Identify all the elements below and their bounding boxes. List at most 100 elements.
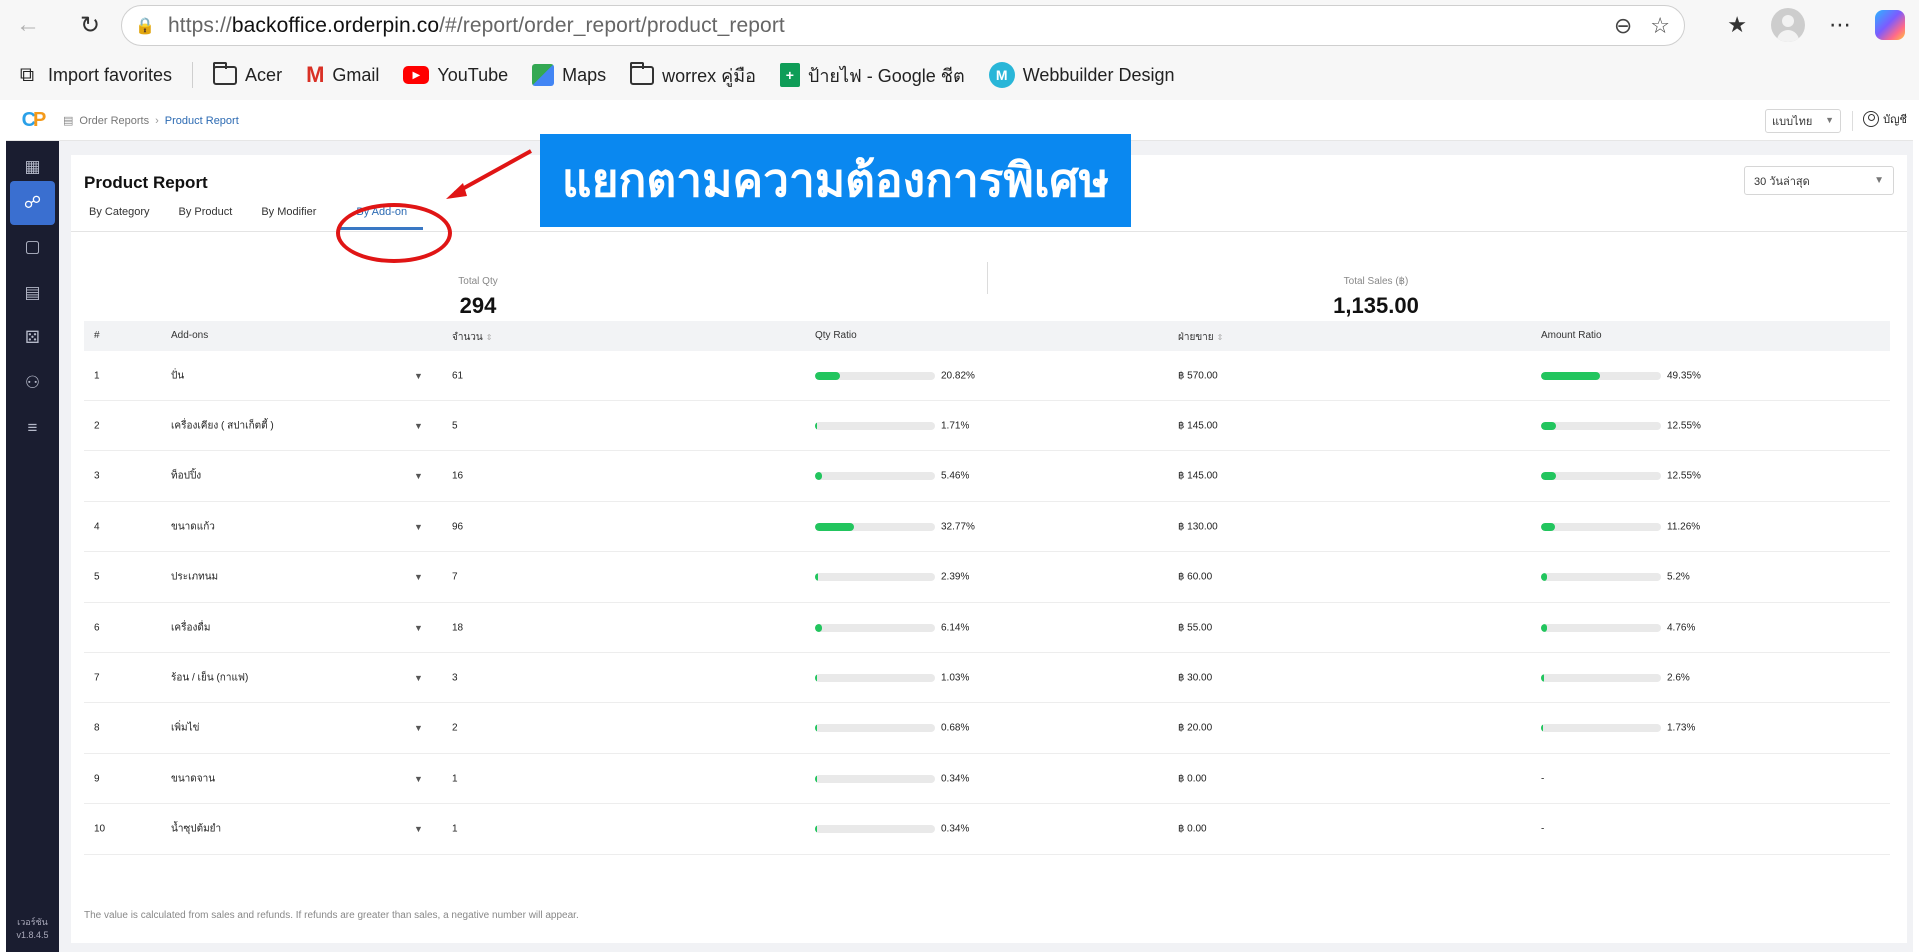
user-settings-icon[interactable]: ⚇ bbox=[10, 361, 55, 405]
version-info: เวอร์ชัน v1.8.4.5 bbox=[6, 916, 59, 942]
sort-icon[interactable]: ⇕ bbox=[486, 333, 493, 342]
expand-row-icon[interactable]: ▼ bbox=[414, 723, 423, 733]
amount-ratio-value: 11.26% bbox=[1667, 521, 1701, 533]
add-on-name: ร้อน / เย็น (กาแฟ) bbox=[171, 672, 249, 684]
favorite-star-icon[interactable]: ☆ bbox=[1650, 13, 1670, 39]
add-on-name: เพิ่มไข่ bbox=[171, 722, 200, 734]
lock-icon[interactable]: 🔒 bbox=[122, 16, 168, 36]
date-range-select[interactable]: 30 วันล่าสุด ▼ bbox=[1744, 166, 1894, 195]
expand-row-icon[interactable]: ▼ bbox=[414, 673, 423, 683]
table-header: # Add-ons จำนวน ⇕ Qty Ratio ฝ่ายขาย ⇕ Amou… bbox=[84, 321, 1890, 351]
bookmark-maps[interactable]: Maps bbox=[532, 64, 606, 86]
chevron-down-icon: ▼ bbox=[1874, 175, 1884, 186]
report-icon[interactable]: ☍ bbox=[10, 181, 55, 225]
orderpin-logo[interactable]: CP bbox=[6, 101, 59, 141]
annotation-arrow bbox=[446, 149, 532, 199]
amount-ratio-fill bbox=[1541, 472, 1556, 481]
qty-ratio-fill bbox=[815, 371, 840, 380]
qty-ratio-value: 0.34% bbox=[941, 773, 970, 785]
table-row: 5 ประเภทนม ▼ 7 2.39% ฿ 60.00 5.2% bbox=[84, 553, 1890, 603]
footnote: The value is calculated from sales and r… bbox=[84, 910, 579, 921]
qty-value: 3 bbox=[452, 672, 458, 684]
total-sales-value: 1,135.00 bbox=[1333, 293, 1419, 318]
bookmark-worrex[interactable]: worrex คู่มือ bbox=[630, 61, 756, 90]
gmail-icon: M bbox=[306, 62, 325, 87]
expand-row-icon[interactable]: ▼ bbox=[414, 471, 423, 481]
qty-ratio-bar bbox=[815, 472, 935, 481]
account-button[interactable]: บัญชี bbox=[1863, 110, 1907, 128]
list-icon[interactable]: ▤ bbox=[10, 271, 55, 315]
table-row: 2 เครื่องเคียง ( สปาเก็ตตี้ ) ▼ 5 1.71% ฿ 145… bbox=[84, 401, 1890, 452]
column-sales[interactable]: ฝ่ายขาย ⇕ bbox=[1178, 330, 1223, 345]
bookmarks-bar: ⧉ Import favorites Acer M Gmail ▶ YouTube M… bbox=[0, 50, 1919, 100]
sliders-icon[interactable]: ≡ bbox=[10, 406, 55, 450]
bookmark-sheets[interactable]: + ป้ายไฟ - Google ชีต bbox=[779, 61, 965, 90]
sales-value: ฿ 145.00 bbox=[1178, 420, 1218, 432]
tab-by-modifier[interactable]: By Modifier bbox=[256, 206, 321, 230]
language-select[interactable]: แบบไทย ▼ bbox=[1765, 109, 1841, 133]
back-icon[interactable]: ← bbox=[8, 5, 48, 45]
qty-ratio-fill bbox=[815, 421, 817, 430]
column-qty[interactable]: จำนวน ⇕ bbox=[452, 330, 492, 345]
bookmark-youtube[interactable]: ▶ YouTube bbox=[403, 65, 508, 86]
row-number: 7 bbox=[94, 672, 100, 684]
stats-divider bbox=[987, 262, 988, 294]
table-row: 6 เครื่องดื่ม ▼ 18 6.14% ฿ 55.00 4.76% bbox=[84, 603, 1890, 653]
column-amount-ratio: Amount Ratio bbox=[1541, 330, 1602, 341]
breadcrumb-order-reports[interactable]: Order Reports bbox=[79, 115, 149, 127]
total-qty-label: Total Qty bbox=[458, 276, 498, 287]
row-number: 4 bbox=[94, 521, 100, 533]
address-bar[interactable]: 🔒 https://backoffice.orderpin.co/#/repor… bbox=[121, 5, 1685, 46]
expand-row-icon[interactable]: ▼ bbox=[414, 522, 423, 532]
breadcrumb-separator-icon: › bbox=[155, 114, 159, 127]
sales-value: ฿ 0.00 bbox=[1178, 773, 1207, 785]
tab-by-product[interactable]: By Product bbox=[174, 206, 238, 230]
amount-ratio-fill bbox=[1541, 522, 1555, 531]
qty-value: 5 bbox=[452, 420, 458, 432]
date-range-value: 30 วันล่าสุด bbox=[1754, 175, 1810, 188]
expand-row-icon[interactable]: ▼ bbox=[414, 623, 423, 633]
amount-ratio-fill bbox=[1541, 724, 1543, 733]
chart-icon: ▤ bbox=[63, 115, 74, 127]
row-number: 6 bbox=[94, 622, 100, 633]
favorites-icon[interactable]: ★ bbox=[1727, 12, 1747, 38]
amount-ratio-fill bbox=[1541, 371, 1600, 380]
expand-row-icon[interactable]: ▼ bbox=[414, 572, 423, 582]
breadcrumb-product-report: Product Report bbox=[164, 114, 239, 127]
sales-value: ฿ 0.00 bbox=[1178, 823, 1207, 835]
refresh-icon[interactable]: ↻ bbox=[70, 5, 110, 45]
add-on-name: ขนาดจาน bbox=[171, 773, 216, 785]
expand-row-icon[interactable]: ▼ bbox=[414, 774, 423, 784]
url-text[interactable]: https://backoffice.orderpin.co/#/report/… bbox=[168, 14, 785, 38]
expand-row-icon[interactable]: ▼ bbox=[414, 421, 423, 431]
bag-icon[interactable]: ▢ bbox=[10, 225, 55, 269]
amount-ratio-bar bbox=[1541, 371, 1661, 380]
tab-by-category[interactable]: By Category bbox=[84, 206, 155, 230]
users-icon[interactable]: ⚄ bbox=[10, 316, 55, 360]
version-number: v1.8.4.5 bbox=[16, 930, 49, 940]
qty-ratio-bar bbox=[815, 421, 935, 430]
bookmark-gmail[interactable]: M Gmail bbox=[306, 62, 379, 88]
expand-row-icon[interactable]: ▼ bbox=[414, 824, 423, 834]
qty-ratio-value: 0.68% bbox=[941, 722, 970, 734]
amount-ratio-fill bbox=[1541, 573, 1547, 582]
copilot-icon[interactable] bbox=[1875, 10, 1905, 40]
row-number: 10 bbox=[94, 823, 106, 835]
qty-value: 1 bbox=[452, 823, 458, 835]
row-number: 1 bbox=[94, 370, 100, 381]
zoom-icon[interactable]: ⊖ bbox=[1614, 13, 1632, 39]
more-menu-icon[interactable]: ⋯ bbox=[1829, 12, 1851, 38]
bookmark-import-favorites[interactable]: ⧉ Import favorites bbox=[14, 64, 172, 87]
expand-row-icon[interactable]: ▼ bbox=[414, 371, 423, 381]
qty-ratio-value: 20.82% bbox=[941, 370, 975, 381]
amount-ratio-fill bbox=[1541, 673, 1544, 682]
column-qty-ratio: Qty Ratio bbox=[815, 330, 857, 341]
sort-icon[interactable]: ⇕ bbox=[1217, 333, 1224, 342]
bookmark-acer[interactable]: Acer bbox=[213, 61, 282, 86]
bookmark-webbuilder[interactable]: M Webbuilder Design bbox=[988, 62, 1174, 88]
table-row: 1 ปั่น ▼ 61 20.82% ฿ 570.00 49.35% bbox=[84, 351, 1890, 401]
qty-ratio-value: 1.71% bbox=[941, 420, 970, 432]
qty-ratio-value: 5.46% bbox=[941, 470, 970, 482]
table-row: 9 ขนาดจาน ▼ 1 0.34% ฿ 0.00 - bbox=[84, 754, 1890, 805]
profile-avatar-icon[interactable] bbox=[1771, 8, 1805, 42]
